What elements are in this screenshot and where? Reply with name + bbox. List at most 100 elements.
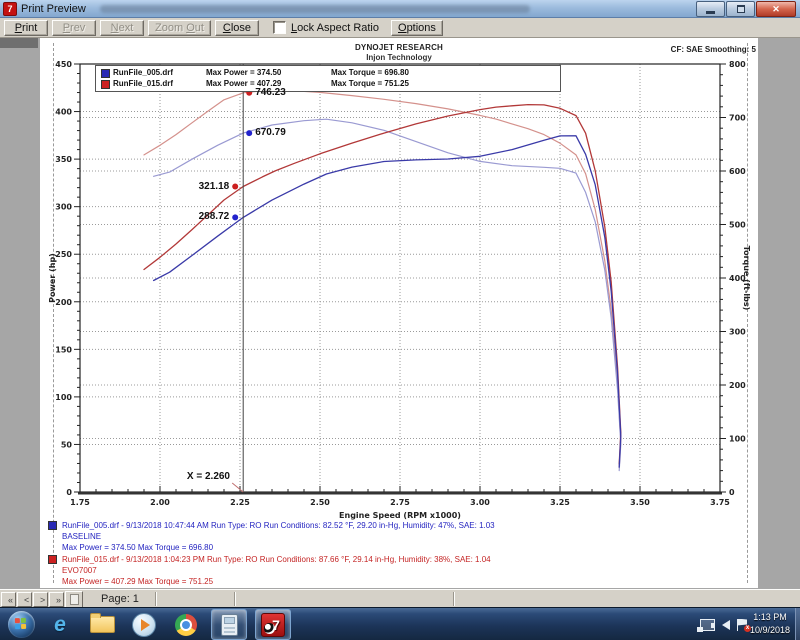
last-page-button[interactable]: » — [49, 591, 64, 607]
start-orb-icon[interactable] — [8, 611, 35, 638]
cursor-readout-label: 746.23 — [255, 86, 286, 98]
lock-aspect-ratio-checkbox[interactable]: Lock Aspect Ratio — [272, 21, 379, 34]
run-color-chip — [48, 521, 57, 530]
cursor-readout-dot — [232, 214, 239, 221]
legend-max-torque: Max Torque = 696.80 — [331, 68, 409, 77]
toolbar: Print Prev Next Zoom Out Close Lock Aspect R… — [0, 18, 800, 38]
legend-max-power: Max Power = 374.50 — [206, 68, 282, 77]
calculator-icon[interactable] — [211, 609, 247, 640]
dynojet-winpep-icon[interactable]: 7 — [255, 609, 291, 640]
rpm-tick-label: 2.50 — [310, 498, 330, 507]
statusbar-divider — [154, 592, 156, 606]
close-button[interactable]: Close — [214, 19, 259, 36]
zoom-out-button: Zoom Out — [148, 19, 211, 36]
clock-time: 1:13 PM — [753, 612, 787, 622]
app-icon: 7 — [3, 1, 17, 16]
torque-tick-label: 200 — [729, 381, 746, 390]
power-tick-label: 150 — [55, 345, 72, 354]
restore-button[interactable] — [726, 1, 755, 17]
preview-area: DYNOJET RESEARCH Injon Technology CF: SA… — [0, 38, 800, 588]
rpm-tick-label: 2.75 — [390, 498, 410, 507]
print-preview-window: 7 Print Preview ✕ Print Prev Next Zoom Out C… — [0, 0, 800, 640]
action-center-flag-icon[interactable]: x — [737, 618, 751, 632]
preview-scroll-corner — [0, 38, 38, 48]
run-info-line: BASELINE — [62, 532, 102, 541]
run-info-line: Max Power = 407.29 Max Torque = 751.25 — [62, 577, 214, 586]
cursor-readout-dot — [246, 130, 253, 137]
power-tick-label: 200 — [55, 298, 72, 307]
cursor-readout-label: 321.18 — [198, 180, 230, 192]
legend-color-chip — [101, 80, 110, 89]
page-setup-button[interactable] — [65, 590, 83, 608]
next-button: Next — [100, 19, 144, 36]
titlebar[interactable]: 7 Print Preview ✕ — [0, 0, 800, 18]
torque-tick-label: 0 — [729, 488, 735, 497]
checkbox-box[interactable] — [272, 21, 286, 34]
legend-file-name: RunFile_005.drf — [113, 68, 174, 77]
volume-icon[interactable] — [711, 619, 730, 630]
close-button[interactable]: ✕ — [756, 1, 796, 17]
legend-file-name: RunFile_015.drf — [113, 79, 174, 88]
cursor-readout-label: 670.79 — [255, 127, 286, 139]
chrome-icon[interactable] — [169, 610, 203, 639]
series-runfile_005-torque — [152, 118, 622, 472]
torque-axis-title: Torque (ft-lbs) — [742, 246, 751, 311]
background-window-title-blur — [99, 4, 530, 13]
power-tick-label: 50 — [61, 440, 73, 449]
rpm-tick-label: 2.25 — [230, 498, 250, 507]
cursor-readout-label: 288.72 — [198, 211, 230, 223]
statusbar-page-label: Page: 1 — [101, 593, 139, 605]
power-tick-label: 350 — [55, 155, 72, 164]
legend-max-torque: Max Torque = 751.25 — [331, 79, 409, 88]
rpm-tick-label: 3.75 — [710, 498, 730, 507]
x-axis-title: Engine Speed (RPM x1000) — [339, 511, 461, 520]
power-tick-label: 400 — [55, 108, 72, 117]
legend-row: RunFile_005.drf Max Power = 374.50 Max Tor… — [96, 68, 560, 79]
run-info-line: EVO7007 — [62, 566, 97, 575]
taskbar: e 7 x 1:13 PM 10/9/2018 — [0, 607, 800, 640]
windows-explorer-icon[interactable] — [85, 610, 119, 639]
internet-explorer-icon[interactable]: e — [43, 610, 77, 639]
statusbar: «< >» Page: 1 — [0, 589, 800, 608]
lock-aspect-ratio-label: Lock Aspect Ratio — [290, 21, 379, 34]
minimize-button[interactable] — [696, 1, 725, 17]
next-page-button[interactable]: > — [33, 591, 48, 607]
prev-page-button[interactable]: < — [17, 591, 32, 607]
statusbar-divider — [233, 592, 235, 606]
torque-tick-label: 100 — [729, 435, 746, 444]
dyno-chart: 0501001502002503003504004500100200300400… — [48, 60, 751, 520]
cursor-label-pointer — [231, 482, 244, 493]
media-player-icon[interactable] — [127, 610, 161, 639]
cursor-readout-dot — [232, 183, 239, 190]
torque-tick-label: 700 — [729, 114, 746, 123]
statusbar-divider — [452, 592, 454, 606]
show-desktop-button[interactable] — [795, 608, 800, 640]
system-tray: x — [697, 608, 751, 640]
clock-date: 10/9/2018 — [749, 625, 791, 635]
prev-button: Prev — [52, 19, 96, 36]
first-page-button[interactable]: « — [1, 591, 16, 607]
torque-tick-label: 600 — [729, 167, 746, 176]
run-color-chip — [48, 555, 57, 564]
legend-row: RunFile_015.drf Max Power = 407.29 Max Tor… — [96, 79, 560, 90]
power-tick-label: 0 — [66, 488, 72, 497]
run-info-line: RunFile_015.drf - 9/13/2018 1:04:23 PM R… — [62, 555, 491, 564]
rpm-tick-label: 3.25 — [550, 498, 570, 507]
run-info-line: RunFile_005.drf - 9/13/2018 10:47:44 AM … — [62, 521, 495, 530]
restore-icon — [736, 5, 745, 13]
chart-legend: RunFile_005.drf Max Power = 374.50 Max Tor… — [95, 65, 561, 92]
options-button[interactable]: Options — [391, 19, 443, 36]
run-info-line: Max Power = 374.50 Max Torque = 696.80 — [62, 543, 214, 552]
power-axis-title: Power (hp) — [48, 253, 57, 303]
taskbar-clock[interactable]: 1:13 PM 10/9/2018 — [748, 611, 792, 637]
rpm-tick-label: 1.75 — [70, 498, 90, 507]
close-icon: ✕ — [772, 3, 780, 14]
minimize-icon — [706, 10, 715, 14]
print-button[interactable]: Print — [4, 19, 48, 36]
torque-tick-label: 800 — [729, 60, 746, 69]
power-tick-label: 250 — [55, 250, 72, 259]
torque-tick-label: 300 — [729, 328, 746, 337]
torque-tick-label: 500 — [729, 221, 746, 230]
power-tick-label: 450 — [55, 60, 72, 69]
series-runfile_015-power — [143, 103, 622, 465]
